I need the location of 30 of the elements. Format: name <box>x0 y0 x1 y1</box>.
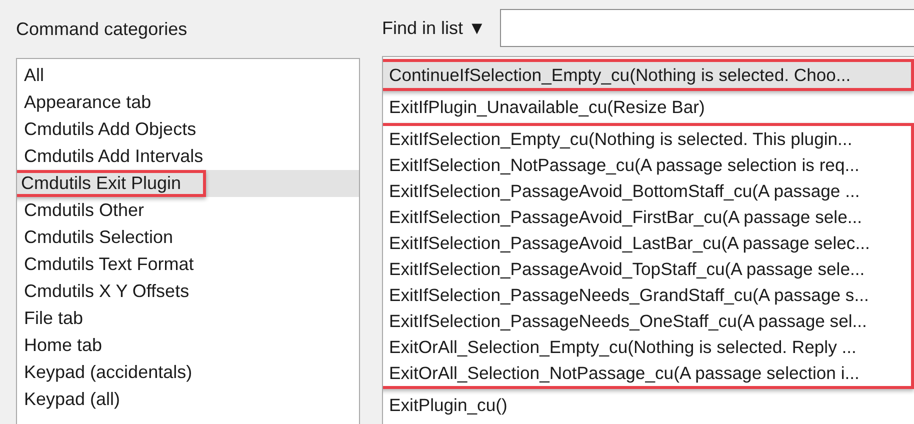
category-item[interactable]: Appearance tab <box>17 89 359 116</box>
categories-heading: Command categories <box>16 18 188 41</box>
category-item[interactable]: All <box>17 62 359 89</box>
category-item[interactable]: Cmdutils X Y Offsets <box>17 278 359 305</box>
command-item[interactable]: ExitIfSelection_PassageAvoid_BottomStaff_cu(A passage ... <box>383 178 911 204</box>
command-item[interactable]: ExitOrAll_Selection_Empty_cu(Nothing is selected. Reply ... <box>383 334 911 360</box>
find-in-list-dropdown[interactable]: Find in list ▼ <box>382 18 486 38</box>
category-item[interactable]: Keypad (accidentals) <box>17 359 359 386</box>
command-item[interactable]: ExitOrAll_Selection_NotPassage_cu(A passage selection i... <box>383 360 911 386</box>
category-item[interactable]: Cmdutils Text Format <box>17 251 359 278</box>
category-item[interactable]: Cmdutils Other <box>17 197 359 224</box>
command-item[interactable]: ExitIfSelection_PassageAvoid_TopStaff_cu(A passage sele... <box>383 256 911 282</box>
category-item[interactable]: Cmdutils Add Intervals <box>17 143 359 170</box>
category-item[interactable]: Cmdutils Add Objects <box>17 116 359 143</box>
command-item[interactable]: ExitIfSelection_Empty_cu(Nothing is selected. This plugin... <box>383 126 911 152</box>
category-item[interactable]: Cmdutils Exit Plugin <box>17 170 359 197</box>
command-item[interactable]: ContinueIfSelection_Empty_cu(Nothing is selected. Choo... <box>383 62 911 88</box>
search-field[interactable] <box>500 9 914 47</box>
category-item[interactable]: Keypad (all) <box>17 386 359 413</box>
command-item[interactable]: ExitPlugin_cu() <box>383 392 911 418</box>
category-item[interactable]: Cmdutils Selection <box>17 224 359 251</box>
command-item[interactable]: ExitIfSelection_PassageAvoid_LastBar_cu(A passage selec... <box>383 230 911 256</box>
command-item[interactable]: ExitIfSelection_PassageAvoid_FirstBar_cu(A passage sele... <box>383 204 911 230</box>
command-item[interactable]: ExitIfSelection_NotPassage_cu(A passage selection is req... <box>383 152 911 178</box>
command-item[interactable]: ExitIfSelection_PassageNeeds_GrandStaff_cu(A passage s... <box>383 282 911 308</box>
command-item[interactable]: ExitIfSelection_PassageNeeds_OneStaff_cu(A passage sel... <box>383 308 911 334</box>
command-item[interactable]: ExitIfPlugin_Unavailable_cu(Resize Bar) <box>383 94 911 120</box>
category-item[interactable]: Home tab <box>17 332 359 359</box>
category-item[interactable]: File tab <box>17 305 359 332</box>
highlight-frame: Cmdutils Exit Plugin <box>17 170 206 197</box>
